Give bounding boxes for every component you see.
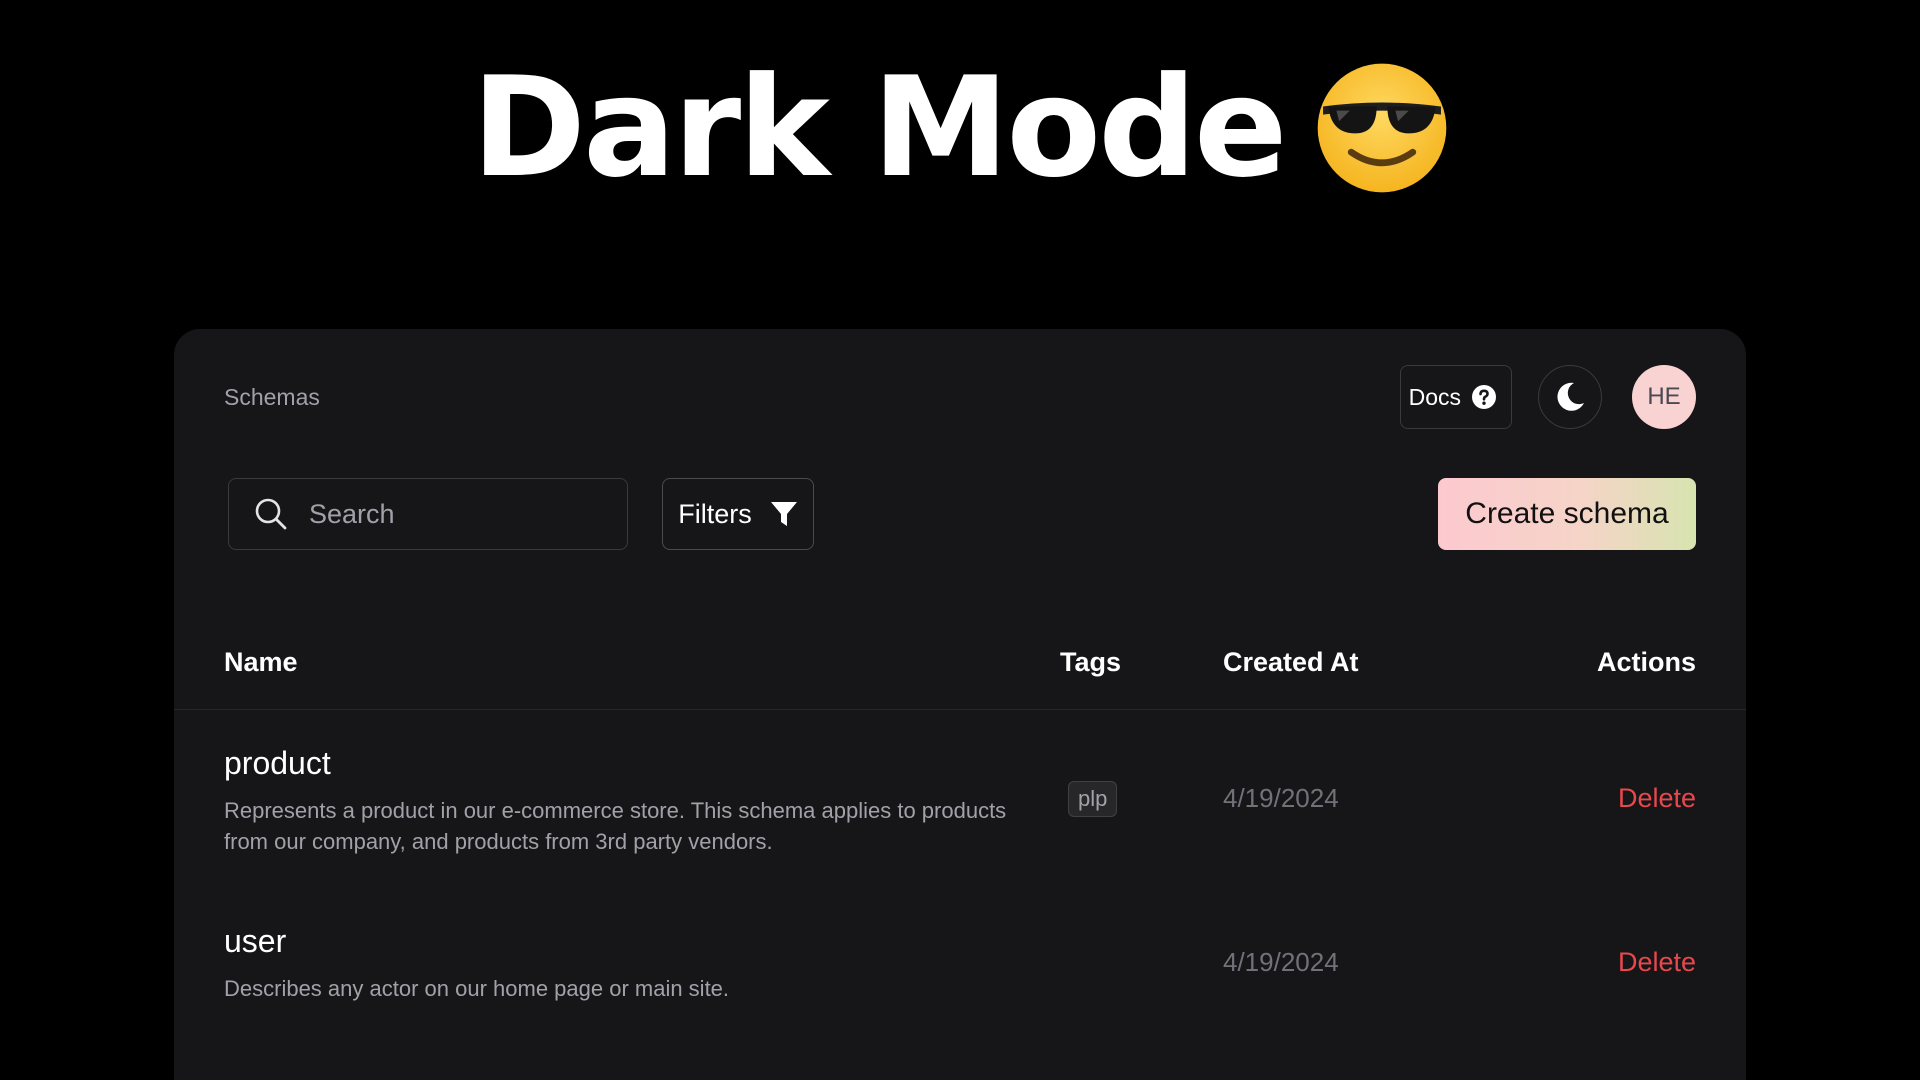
schema-name[interactable]: product <box>224 745 331 782</box>
column-header-name: Name <box>224 647 298 677</box>
docs-label: Docs <box>1408 383 1461 410</box>
delete-button[interactable]: Delete <box>1618 947 1696 978</box>
breadcrumb: Schemas <box>224 384 320 410</box>
search-input[interactable] <box>307 497 601 531</box>
column-header-created-at: Created At <box>1223 647 1359 677</box>
smiling-face-with-sunglasses-icon <box>1317 63 1446 193</box>
delete-button[interactable]: Delete <box>1618 783 1696 814</box>
theme-toggle-button[interactable] <box>1538 365 1602 429</box>
create-schema-button[interactable]: Create schema <box>1438 478 1696 550</box>
schema-description: Represents a product in our e-commerce s… <box>224 798 1007 854</box>
schema-name[interactable]: user <box>224 923 286 960</box>
table-row[interactable]: user Describes any actor on our home pag… <box>174 923 1746 1063</box>
created-at: 4/19/2024 <box>1223 783 1339 813</box>
tag-badge[interactable]: plp <box>1068 781 1118 817</box>
table-header: Name Tags Created At Actions <box>174 647 1746 710</box>
schema-description: Describes any actor on our home page or … <box>224 976 730 1001</box>
hero-banner: Dark Mode <box>0 58 1920 198</box>
funnel-icon <box>770 502 797 526</box>
schemas-panel: Schemas Docs HE Filters Creat <box>174 329 1746 1080</box>
column-header-actions: Actions <box>1596 647 1696 677</box>
moon-icon <box>1557 382 1584 411</box>
column-header-tags: Tags <box>1060 647 1122 677</box>
hero-title: Dark Mode <box>471 47 1287 208</box>
created-at: 4/19/2024 <box>1223 947 1339 977</box>
filters-label: Filters <box>678 498 752 529</box>
search-box <box>228 478 628 550</box>
top-actions: Docs HE <box>1399 365 1696 429</box>
avatar[interactable]: HE <box>1632 365 1696 429</box>
filters-button[interactable]: Filters <box>662 478 814 550</box>
search-icon <box>255 498 287 530</box>
question-circle-icon <box>1472 385 1496 409</box>
table-row[interactable]: product Represents a product in our e-co… <box>174 745 1746 895</box>
docs-button[interactable]: Docs <box>1399 365 1512 429</box>
